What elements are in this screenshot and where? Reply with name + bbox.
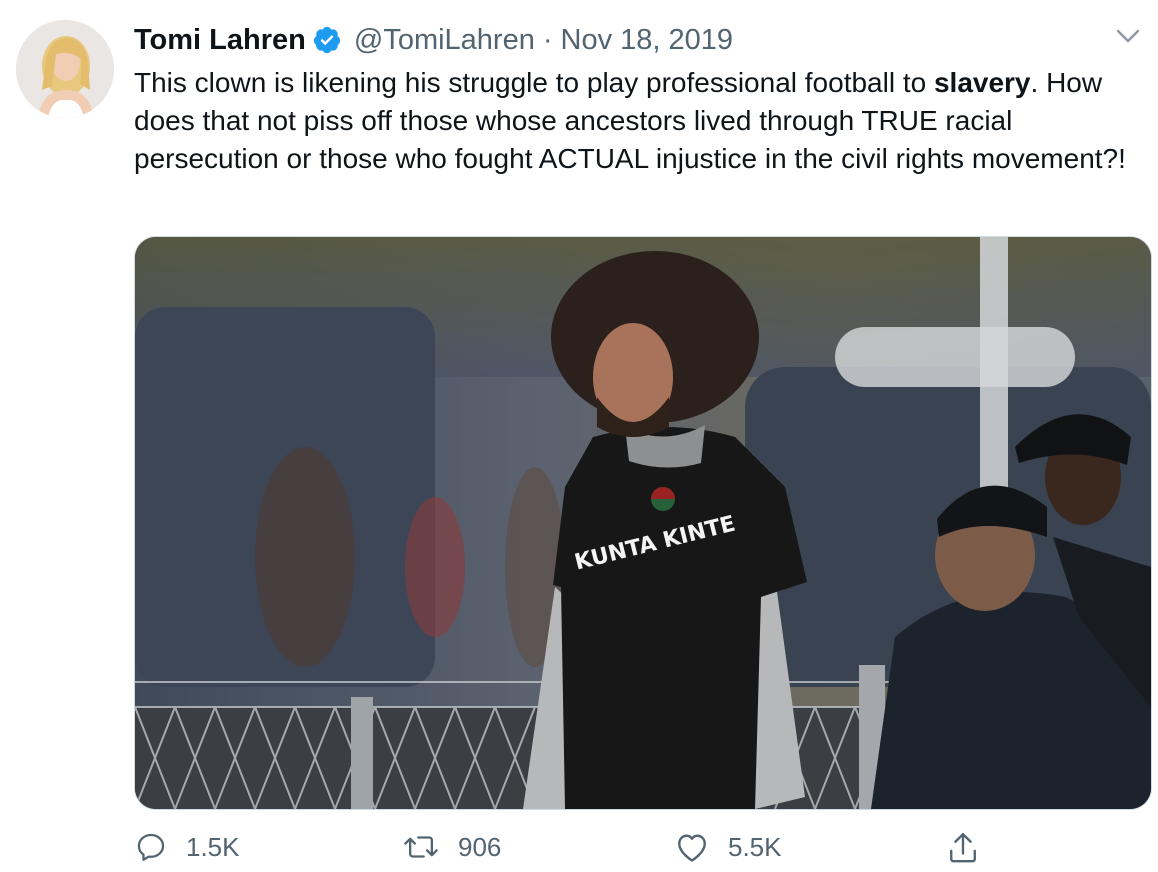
verified-badge-icon [312, 25, 342, 55]
display-name[interactable]: Tomi Lahren [134, 24, 306, 57]
avatar[interactable] [16, 20, 114, 118]
share-button[interactable] [946, 830, 998, 866]
reply-button[interactable]: 1.5K [134, 830, 240, 864]
user-handle[interactable]: @TomiLahren [354, 24, 535, 57]
retweet-icon [404, 836, 438, 858]
heart-icon [678, 834, 706, 862]
tweet-actions: 1.5K 906 5.5K [134, 826, 1144, 872]
share-icon [950, 832, 976, 863]
tweet-date[interactable]: Nov 18, 2019 [561, 24, 734, 57]
retweet-count: 906 [458, 831, 502, 862]
tweet-text-start: This clown is likening his struggle to p… [134, 67, 934, 98]
like-button[interactable]: 5.5K [674, 830, 782, 864]
photo-image: KUNTA KINTE [135, 237, 1151, 809]
chevron-down-icon[interactable] [1114, 26, 1142, 46]
header-separator: · [542, 23, 553, 56]
retweet-button[interactable]: 906 [402, 830, 501, 864]
tweet-text: This clown is likening his struggle to p… [134, 64, 1144, 178]
tweet-header: Tomi Lahren @TomiLahren · Nov 18, 2019 [134, 20, 733, 60]
tweet-photo[interactable]: KUNTA KINTE [134, 236, 1152, 810]
reply-count: 1.5K [186, 831, 240, 862]
avatar-image [16, 20, 114, 118]
tweet-text-emphasis: slavery [933, 67, 1031, 98]
like-count: 5.5K [728, 831, 782, 862]
reply-icon [137, 833, 165, 861]
